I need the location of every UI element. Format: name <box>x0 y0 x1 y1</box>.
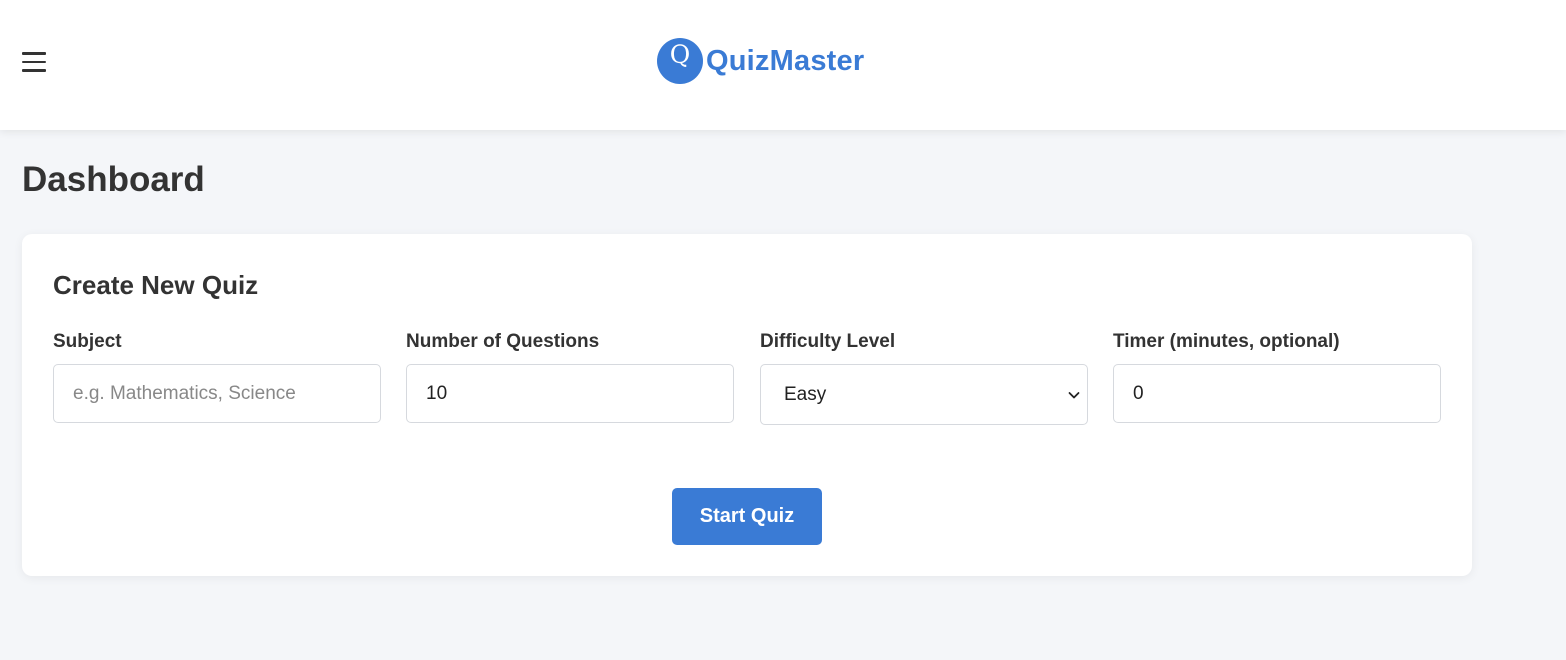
create-quiz-card: Create New Quiz Subject e.g. Mathematics… <box>22 234 1472 576</box>
timer-field: Timer (minutes, optional) 0 <box>1113 330 1441 423</box>
start-quiz-button[interactable]: Start Quiz <box>672 488 822 545</box>
difficulty-label: Difficulty Level <box>760 331 896 352</box>
card-title: Create New Quiz <box>53 270 259 300</box>
difficulty-selected-value: Easy <box>784 383 827 405</box>
difficulty-select[interactable]: Easy <box>760 364 1088 425</box>
timer-label: Timer (minutes, optional) <box>1113 331 1340 352</box>
subject-label: Subject <box>53 331 122 352</box>
difficulty-field: Difficulty Level Easy <box>760 330 1088 425</box>
hamburger-menu-icon[interactable] <box>22 47 48 77</box>
top-header: Q QuizMaster <box>0 0 1566 130</box>
app-name: QuizMaster <box>706 44 865 77</box>
question-count-label: Number of Questions <box>406 331 600 352</box>
page-title: Dashboard <box>22 160 205 199</box>
subject-input[interactable]: e.g. Mathematics, Science <box>53 364 381 423</box>
question-count-input[interactable]: 10 <box>406 364 734 423</box>
app-logo[interactable]: Q QuizMaster <box>657 38 864 84</box>
chevron-down-icon <box>1068 391 1080 398</box>
logo-badge: Q <box>657 38 703 84</box>
subject-field: Subject e.g. Mathematics, Science <box>53 330 381 423</box>
timer-input[interactable]: 0 <box>1113 364 1441 423</box>
question-count-field: Number of Questions 10 <box>406 330 734 423</box>
